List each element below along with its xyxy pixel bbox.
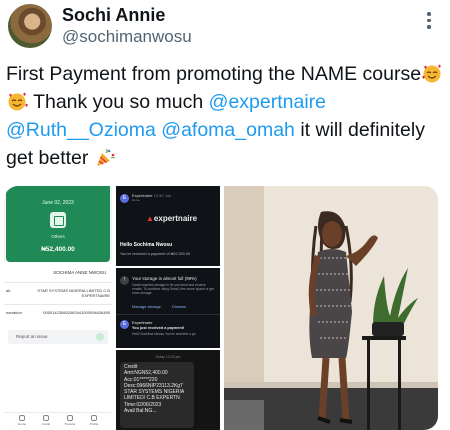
profile-icon	[91, 415, 97, 421]
tweet-text-part1: First Payment from promoting the NAME co…	[6, 63, 422, 85]
storage-body: Gmail requires storage to let you send a…	[132, 283, 215, 296]
report-issue-button[interactable]: Report an issue	[8, 330, 108, 344]
expertnaire-logo: ▲expertnaire	[146, 214, 198, 223]
nav-item-profile[interactable]: Profile	[84, 415, 104, 426]
photo[interactable]	[224, 186, 438, 430]
detail-value: 000014230602063441000094636495	[43, 310, 110, 315]
email-time: 12:40 Jun	[153, 193, 172, 198]
report-issue-label: Report an issue	[16, 334, 48, 339]
dismiss-button[interactable]: Dismiss	[172, 304, 186, 309]
sender-name: Expertnaire	[132, 320, 153, 325]
nav-item-transfer[interactable]: Transfer	[60, 415, 80, 426]
gmail-screenshot[interactable]: E Expertnaire 12:40 Jun to me ▲expertnai…	[116, 186, 220, 266]
detail-label: narration	[6, 310, 22, 315]
storage-warning-screenshot[interactable]: ! Your storage is almost full (99%) Gmai…	[116, 268, 220, 348]
nav-label: Profile	[89, 422, 99, 426]
smiling-face-with-hearts-icon	[8, 92, 28, 111]
mention-link[interactable]: @afoma_omah	[161, 119, 295, 141]
sender-avatar: E	[120, 320, 129, 329]
transaction-date: June 02, 2023	[42, 200, 74, 206]
nav-label: Transfer	[64, 422, 76, 426]
media-grid[interactable]: June 02, 2023 Others ₦52,400.00 SOCHIMA …	[4, 186, 438, 430]
tweet-header: Sochi Annie @sochimanwosu	[0, 0, 450, 56]
nav-item-home[interactable]: Home	[12, 415, 32, 426]
more-vertical-icon[interactable]	[426, 12, 432, 32]
bottom-nav: Home Cards Transfer Profile	[4, 412, 112, 430]
sender-avatar: E	[120, 194, 129, 203]
transaction-card: June 02, 2023 Others ₦52,400.00	[6, 186, 110, 262]
sms-screenshot[interactable]: Today 12:23 pm Credit Amt:NGN52,400.00 A…	[116, 350, 220, 430]
person-photo-image	[224, 186, 438, 430]
divider	[4, 282, 112, 283]
email-greeting: Hello Sochima Nwosu	[120, 242, 173, 248]
tweet-text: First Payment from promoting the NAME co…	[6, 60, 446, 172]
bank-app-screenshot[interactable]: June 02, 2023 Others ₦52,400.00 SOCHIMA …	[4, 186, 112, 430]
warning-icon: !	[120, 276, 129, 285]
detail-row: ab STAR SYSTEMS NIGERIA LIMITED C.B EXPE…	[6, 288, 110, 300]
transaction-category: Others	[51, 234, 65, 239]
email-body: You've received a payment of ₦52,300.00	[120, 252, 191, 256]
sms-time: Today 12:23 pm	[155, 355, 181, 359]
avatar[interactable]	[8, 4, 52, 48]
nav-label: Home	[17, 422, 26, 426]
detail-value: STAR SYSTEMS NIGERIA LIMITED C.B EXPERTN…	[37, 288, 110, 298]
display-name[interactable]: Sochi Annie	[62, 5, 165, 26]
divider	[4, 304, 112, 305]
email-preview: Hello Sochima Nwosu You've received a pa	[132, 332, 196, 336]
storage-title: Your storage is almost full (99%)	[132, 276, 197, 281]
home-icon	[19, 415, 25, 421]
mention-link[interactable]: @Ruth__Ozioma	[6, 119, 156, 141]
manage-storage-button[interactable]: Manage storage	[132, 304, 161, 309]
transfer-icon	[67, 415, 73, 421]
smiling-face-with-hearts-icon	[422, 64, 442, 83]
chevron-right-icon	[96, 333, 104, 341]
tweet-text-part2: Thank you so much	[28, 91, 209, 113]
email-subject: You just received a payment!	[132, 326, 185, 330]
nav-item-cards[interactable]: Cards	[36, 415, 56, 426]
recipient-name: SOCHIMA ANNE NWOSU	[53, 270, 106, 275]
logo-text: expertnaire	[153, 214, 198, 223]
mention-link[interactable]: @expertnaire	[209, 91, 326, 113]
shield-logo-icon	[50, 212, 66, 228]
user-handle[interactable]: @sochimanwosu	[62, 27, 192, 47]
card-icon	[43, 415, 49, 421]
detail-row: narration 000014230602063441000094636495	[6, 310, 110, 318]
email-recipient: to me	[132, 198, 140, 202]
detail-label: ab	[6, 288, 11, 293]
party-popper-icon	[96, 148, 116, 166]
divider	[116, 314, 220, 315]
sms-text: Credit Amt:NGN52,400.00 Acc:01*****220 D…	[124, 364, 184, 415]
transaction-amount: ₦52,400.00	[41, 246, 75, 253]
nav-label: Cards	[41, 422, 50, 426]
